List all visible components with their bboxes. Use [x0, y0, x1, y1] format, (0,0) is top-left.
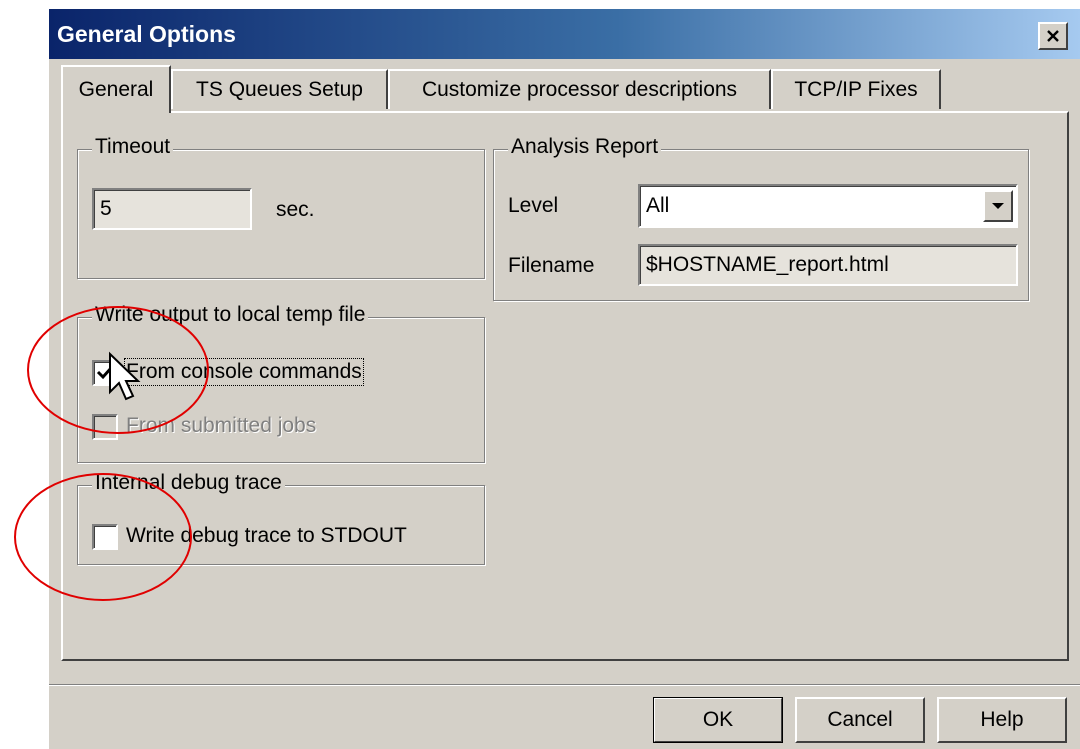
level-label: Level: [508, 194, 559, 217]
level-select[interactable]: All: [638, 184, 1018, 228]
tab-tcpip-fixes-label: TCP/IP Fixes: [794, 78, 918, 101]
write-output-group: Write output to local temp file From con…: [77, 303, 485, 463]
from-console-commands-checkbox[interactable]: [92, 360, 118, 386]
tab-customize-processor-descriptions[interactable]: Customize processor descriptions: [388, 69, 771, 109]
write-output-legend: Write output to local temp file: [92, 303, 369, 327]
level-value: All: [646, 194, 670, 217]
general-options-dialog: General Options General TS Queues Setup …: [48, 8, 1080, 749]
cancel-button-label: Cancel: [827, 708, 893, 731]
tab-general-label: General: [78, 78, 154, 101]
help-button-label: Help: [980, 708, 1024, 731]
cancel-button[interactable]: Cancel: [795, 697, 925, 743]
from-console-commands-label[interactable]: From console commands: [124, 358, 364, 386]
timeout-group: Timeout 5 sec.: [77, 135, 485, 279]
debug-trace-group: Internal debug trace Write debug trace t…: [77, 471, 485, 565]
close-button[interactable]: [1038, 22, 1068, 50]
write-debug-trace-checkbox[interactable]: [92, 524, 118, 550]
tab-panel-general: Timeout 5 sec. Analysis Report Level All…: [61, 111, 1069, 661]
tab-ts-queues-setup[interactable]: TS Queues Setup: [171, 69, 388, 109]
filename-value: $HOSTNAME_report.html: [646, 253, 889, 276]
timeout-legend: Timeout: [92, 135, 174, 159]
timeout-unit-label: sec.: [276, 198, 315, 221]
tab-customize-processor-descriptions-label: Customize processor descriptions: [421, 78, 738, 101]
from-submitted-jobs-label: From submitted jobs: [126, 414, 317, 437]
tab-ts-queues-setup-label: TS Queues Setup: [196, 78, 363, 101]
timeout-input[interactable]: 5: [92, 188, 252, 230]
window-title: General Options: [57, 21, 236, 47]
help-button[interactable]: Help: [937, 697, 1067, 743]
ok-button[interactable]: OK: [653, 697, 783, 743]
from-submitted-jobs-checkbox[interactable]: [92, 414, 118, 440]
title-bar[interactable]: General Options: [49, 9, 1080, 59]
filename-label: Filename: [508, 254, 595, 277]
check-icon: [96, 365, 114, 380]
debug-trace-legend: Internal debug trace: [92, 471, 285, 495]
analysis-report-legend: Analysis Report: [508, 135, 662, 159]
tab-tcpip-fixes[interactable]: TCP/IP Fixes: [771, 69, 941, 109]
chevron-down-icon: [992, 203, 1004, 209]
ok-button-label: OK: [702, 708, 734, 731]
level-dropdown-button[interactable]: [983, 190, 1013, 222]
analysis-report-group: Analysis Report Level All Filename $HOST…: [493, 135, 1029, 301]
close-icon: [1047, 30, 1059, 42]
footer-divider: [49, 684, 1080, 686]
timeout-value: 5: [100, 197, 112, 220]
tab-general[interactable]: General: [61, 65, 171, 113]
filename-input[interactable]: $HOSTNAME_report.html: [638, 244, 1018, 286]
write-debug-trace-label[interactable]: Write debug trace to STDOUT: [126, 524, 407, 548]
